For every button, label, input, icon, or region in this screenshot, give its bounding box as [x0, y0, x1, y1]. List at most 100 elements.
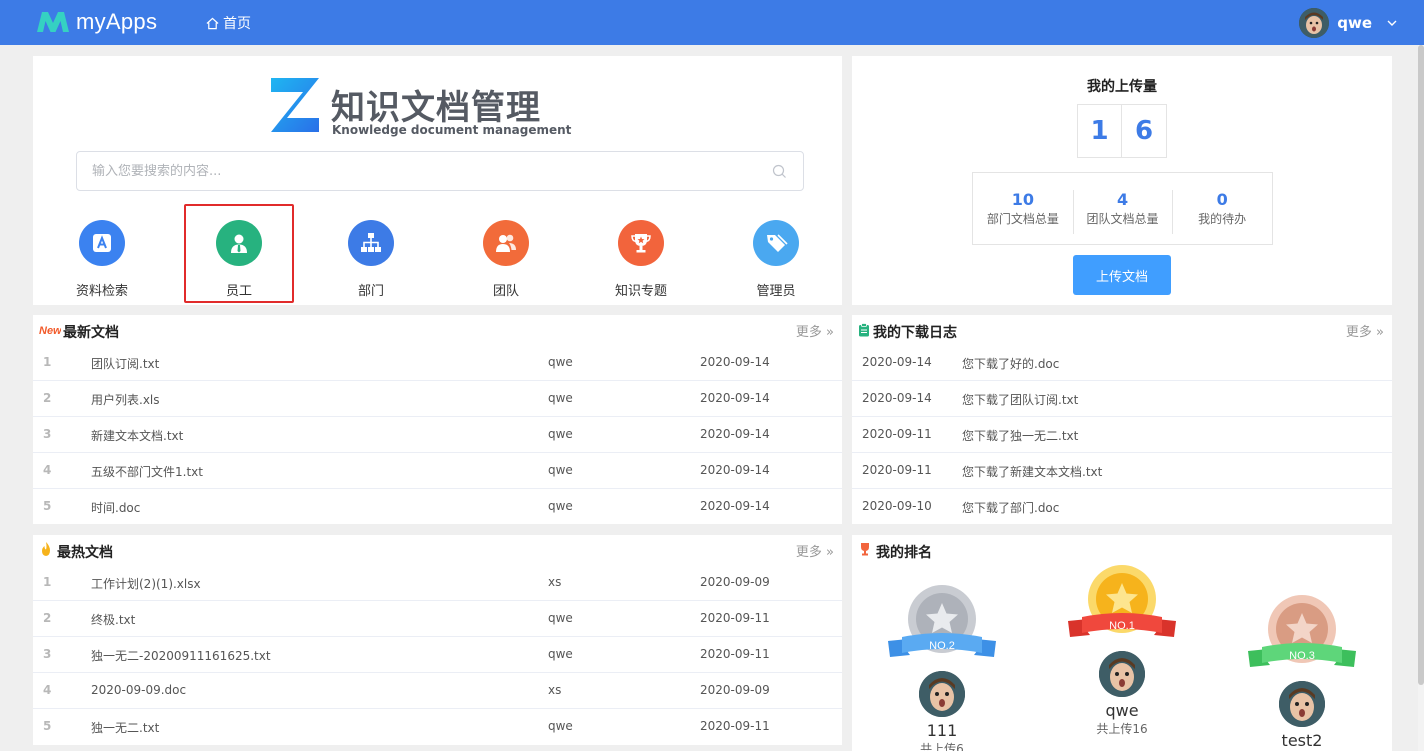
row-index: 2: [43, 611, 52, 625]
brand-z-logo-icon: [271, 78, 319, 132]
row-index: 5: [43, 719, 52, 733]
latest-documents-panel: New 最新文档 更多 » 1 团队订阅.txt qwe 2020-09-14 2 用户…: [33, 315, 842, 524]
doc-uploader: xs: [548, 683, 562, 697]
hot-documents-list: 1 工作计划(2)(1).xlsx xs 2020-09-09 2 终极.txt qwe 2…: [33, 565, 842, 745]
list-item[interactable]: 2020-09-10 您下载了部门.doc: [852, 489, 1392, 525]
row-index: 1: [43, 575, 52, 589]
doc-date: 2020-09-14: [700, 499, 770, 513]
list-item[interactable]: 2020-09-11 您下载了新建文本文档.txt: [852, 453, 1392, 489]
avatar: [1279, 681, 1325, 727]
latest-more-link[interactable]: 更多 »: [796, 321, 834, 340]
log-message[interactable]: 您下载了独一无二.txt: [962, 427, 1078, 444]
feature-label: 员工: [225, 284, 252, 299]
stats-title: 我的上传量: [1087, 79, 1157, 95]
row-index: 3: [43, 427, 52, 441]
list-item[interactable]: 2020-09-11 您下载了独一无二.txt: [852, 417, 1392, 453]
log-message[interactable]: 您下载了团队订阅.txt: [962, 391, 1078, 408]
feature-label: 部门: [357, 284, 384, 299]
team-icon: [483, 220, 529, 266]
tag-icon: [753, 220, 799, 266]
search-icon[interactable]: [772, 164, 787, 179]
medal-label: NO.2: [929, 640, 955, 652]
home-icon: [206, 17, 219, 29]
download-log-title: 我的下载日志: [873, 325, 957, 341]
doc-uploader: qwe: [548, 647, 573, 661]
app-logo[interactable]: myApps: [36, 8, 157, 36]
hot-more-link[interactable]: 更多 »: [796, 541, 834, 560]
double-chevron-right-icon: »: [1376, 325, 1384, 340]
table-row[interactable]: 3 新建文本文档.txt qwe 2020-09-14: [33, 417, 842, 453]
bronze-medal-icon: NO.3: [1248, 595, 1356, 667]
more-label: 更多: [795, 545, 822, 560]
feature-label: 知识专题: [614, 284, 667, 299]
nav-home-link[interactable]: 首页: [206, 13, 251, 33]
doc-name[interactable]: 团队订阅.txt: [91, 355, 159, 372]
doc-name[interactable]: 2020-09-09.doc: [91, 683, 186, 697]
feature-team[interactable]: 团队: [451, 220, 561, 300]
count-dept-docs[interactable]: 10 部门文档总量: [973, 190, 1073, 227]
latest-documents-list: 1 团队订阅.txt qwe 2020-09-14 2 用户列表.xls qwe 2020-…: [33, 345, 842, 525]
user-menu[interactable]: qwe: [1299, 8, 1398, 38]
list-item[interactable]: 2020-09-14 您下载了好的.doc: [852, 345, 1392, 381]
table-row[interactable]: 1 团队订阅.txt qwe 2020-09-14: [33, 345, 842, 381]
log-date: 2020-09-14: [862, 391, 932, 405]
medal-label: NO.3: [1289, 650, 1315, 662]
scrollbar-thumb[interactable]: [1418, 45, 1424, 685]
doc-name[interactable]: 用户列表.xls: [91, 391, 160, 408]
hero-panel: 知识文档管理 Knowledge document management 资料检…: [33, 56, 842, 305]
feature-knowledge-topic[interactable]: 知识专题: [586, 220, 696, 300]
table-row[interactable]: 4 五级不部门文件1.txt qwe 2020-09-14: [33, 453, 842, 489]
table-row[interactable]: 2 终极.txt qwe 2020-09-11: [33, 601, 842, 637]
doc-date: 2020-09-14: [700, 427, 770, 441]
doc-search-icon: [79, 220, 125, 266]
feature-department[interactable]: 部门: [316, 220, 426, 300]
doc-uploader: qwe: [548, 719, 573, 733]
log-message[interactable]: 您下载了好的.doc: [962, 355, 1059, 372]
search-input[interactable]: [77, 152, 737, 190]
doc-name[interactable]: 独一无二.txt: [91, 719, 159, 736]
feature-employee[interactable]: 员工: [184, 204, 294, 303]
new-badge-text: New: [39, 325, 61, 337]
list-header: 我的下载日志 更多 »: [852, 315, 1392, 345]
doc-name[interactable]: 独一无二-20200911161625.txt: [91, 647, 271, 664]
doc-date: 2020-09-14: [700, 355, 770, 369]
feature-admin[interactable]: 管理员: [721, 220, 831, 300]
rank-third-place[interactable]: NO.3 test2: [1248, 595, 1356, 750]
doc-date: 2020-09-09: [700, 575, 770, 589]
doc-name[interactable]: 新建文本文档.txt: [91, 427, 183, 444]
count-value: 10: [1011, 190, 1034, 209]
count-label: 我的待办: [1198, 212, 1247, 226]
upload-document-button[interactable]: 上传文档: [1073, 255, 1171, 295]
rank-upload-count: 共上传6: [920, 742, 964, 751]
rank-first-place[interactable]: NO.1 qwe 共上传16: [1068, 565, 1176, 737]
hot-documents-panel: 最热文档 更多 » 1 工作计划(2)(1).xlsx xs 2020-09-09 2…: [33, 535, 842, 745]
trophy-icon: [618, 220, 664, 266]
list-header: New 最新文档 更多 »: [33, 315, 842, 345]
new-badge-icon: New: [39, 325, 61, 337]
doc-name[interactable]: 工作计划(2)(1).xlsx: [91, 575, 201, 592]
rank-user-name: test2: [1281, 731, 1323, 750]
log-message[interactable]: 您下载了新建文本文档.txt: [962, 463, 1102, 480]
doc-date: 2020-09-14: [700, 463, 770, 477]
table-row[interactable]: 4 2020-09-09.doc xs 2020-09-09: [33, 673, 842, 709]
table-row[interactable]: 3 独一无二-20200911161625.txt qwe 2020-09-11: [33, 637, 842, 673]
count-my-todo[interactable]: 0 我的待办: [1172, 190, 1272, 234]
table-row[interactable]: 2 用户列表.xls qwe 2020-09-14: [33, 381, 842, 417]
log-message[interactable]: 您下载了部门.doc: [962, 499, 1059, 516]
doc-date: 2020-09-11: [700, 647, 770, 661]
table-row[interactable]: 5 独一无二.txt qwe 2020-09-11: [33, 709, 842, 745]
doc-name[interactable]: 五级不部门文件1.txt: [91, 463, 203, 480]
table-row[interactable]: 5 时间.doc qwe 2020-09-14: [33, 489, 842, 525]
list-item[interactable]: 2020-09-14 您下载了团队订阅.txt: [852, 381, 1392, 417]
table-row[interactable]: 1 工作计划(2)(1).xlsx xs 2020-09-09: [33, 565, 842, 601]
download-more-link[interactable]: 更多 »: [1346, 321, 1384, 340]
feature-doc-search[interactable]: 资料检索: [47, 220, 157, 300]
doc-name[interactable]: 终极.txt: [91, 611, 135, 628]
double-chevron-right-icon: »: [826, 325, 834, 340]
count-team-docs[interactable]: 4 团队文档总量: [1072, 190, 1173, 234]
rank-second-place[interactable]: NO.2 111 共上传6: [888, 585, 996, 751]
upload-digit: 1: [1077, 104, 1122, 158]
org-chart-icon: [348, 220, 394, 266]
row-index: 2: [43, 391, 52, 405]
doc-name[interactable]: 时间.doc: [91, 499, 140, 516]
